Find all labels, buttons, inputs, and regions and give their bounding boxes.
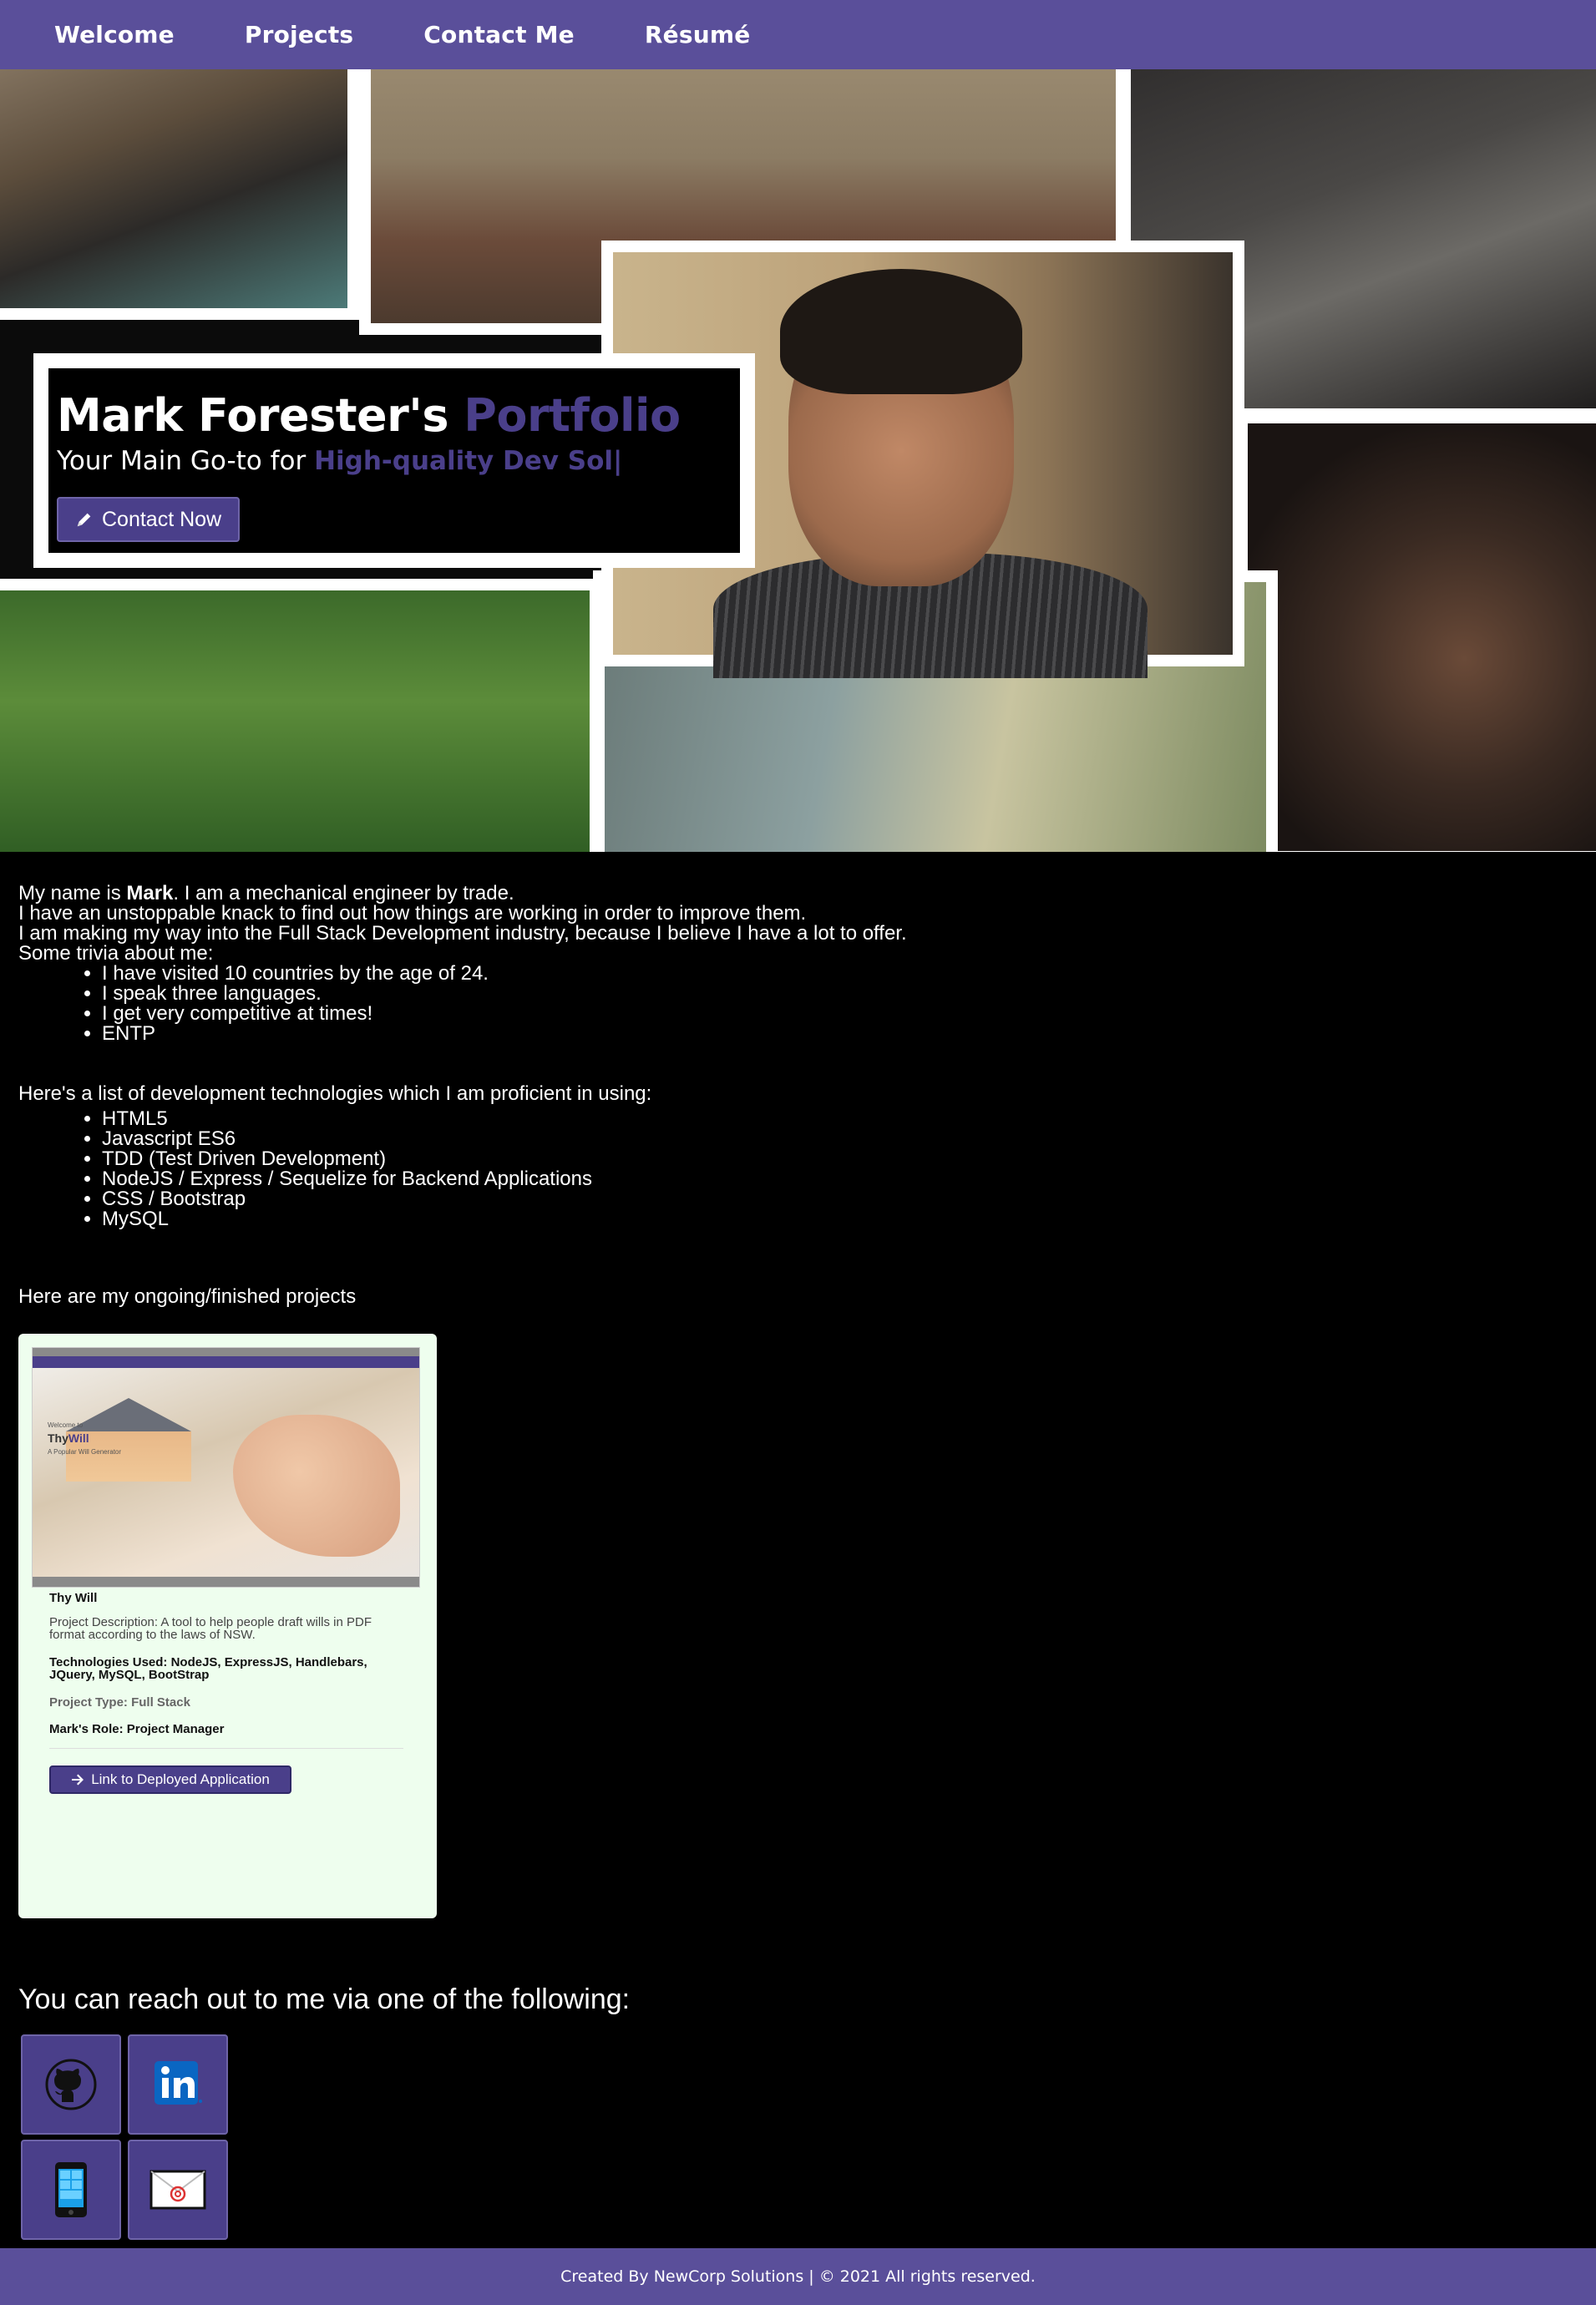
hero-banner: Mark Forester's Portfolio Your Main Go-t… xyxy=(33,353,755,568)
projects-heading: Here are my ongoing/finished projects xyxy=(18,1285,357,1308)
project-card: Welcome to ThyWill A Popular Will Genera… xyxy=(18,1334,437,1918)
collage-photo xyxy=(0,579,601,852)
email-icon xyxy=(149,2170,206,2210)
collage-photo xyxy=(1236,412,1596,852)
page-title: Mark Forester's Portfolio xyxy=(57,389,681,442)
project-title: Thy Will xyxy=(49,1591,98,1605)
arrow-right-icon xyxy=(72,1774,84,1786)
list-item: MySQL xyxy=(102,1209,1104,1229)
contact-heading: You can reach out to me via one of the f… xyxy=(18,1983,631,2015)
project-role: Mark's Role: Project Manager xyxy=(49,1722,225,1736)
nav-resume[interactable]: Résumé xyxy=(645,21,751,48)
project-description: Project Description: A tool to help peop… xyxy=(49,1615,372,1642)
list-item: I speak three languages. xyxy=(102,984,1104,1004)
top-nav: Welcome Projects Contact Me Résumé xyxy=(0,0,1596,69)
tech-list: HTML5 Javascript ES6 TDD (Test Driven De… xyxy=(102,1109,1104,1229)
email-link[interactable] xyxy=(128,2140,228,2240)
project-type: Project Type: Full Stack xyxy=(49,1695,190,1710)
hero-tagline: Your Main Go-to for High-quality Dev Sol… xyxy=(57,446,623,476)
nav-welcome[interactable]: Welcome xyxy=(54,21,175,48)
collage-photo xyxy=(0,69,359,320)
list-item: I have visited 10 countries by the age o… xyxy=(102,964,1104,984)
intro-line: My name is Mark. I am a mechanical engin… xyxy=(18,882,514,904)
divider xyxy=(49,1748,403,1749)
intro-line: I am making my way into the Full Stack D… xyxy=(18,922,907,945)
list-item: ENTP xyxy=(102,1024,1104,1044)
github-link[interactable] xyxy=(21,2034,121,2135)
trivia-heading: Some trivia about me: xyxy=(18,942,214,965)
tech-heading: Here's a list of development technologie… xyxy=(18,1082,652,1105)
list-item: CSS / Bootstrap xyxy=(102,1189,1104,1209)
linkedin-link[interactable] xyxy=(128,2034,228,2135)
nav-contact-me[interactable]: Contact Me xyxy=(423,21,575,48)
list-item: HTML5 xyxy=(102,1109,1104,1129)
github-icon xyxy=(45,2059,97,2110)
trivia-list: I have visited 10 countries by the age o… xyxy=(102,964,1104,1044)
intro-line: I have an unstoppable knack to find out … xyxy=(18,902,807,925)
list-item: I get very competitive at times! xyxy=(102,1004,1104,1024)
hero-collage: Mark Forester's Portfolio Your Main Go-t… xyxy=(0,69,1596,852)
phone-link[interactable] xyxy=(21,2140,121,2240)
list-item: NodeJS / Express / Sequelize for Backend… xyxy=(102,1169,1104,1189)
footer: Created By NewCorp Solutions | © 2021 Al… xyxy=(0,2248,1596,2305)
list-item: Javascript ES6 xyxy=(102,1129,1104,1149)
linkedin-icon xyxy=(155,2061,202,2105)
pencil-icon xyxy=(77,513,91,527)
deployed-app-link-button[interactable]: Link to Deployed Application xyxy=(49,1765,291,1794)
footer-text: Created By NewCorp Solutions | © 2021 Al… xyxy=(560,2267,1036,2286)
phone-icon xyxy=(55,2162,87,2217)
about-section: My name is Mark. I am a mechanical engin… xyxy=(18,884,1104,1307)
list-item: TDD (Test Driven Development) xyxy=(102,1149,1104,1169)
project-screenshot: Welcome to ThyWill A Popular Will Genera… xyxy=(32,1347,420,1588)
contact-now-button[interactable]: Contact Now xyxy=(57,497,240,542)
nav-projects[interactable]: Projects xyxy=(245,21,353,48)
project-technologies: Technologies Used: NodeJS, ExpressJS, Ha… xyxy=(49,1655,367,1682)
